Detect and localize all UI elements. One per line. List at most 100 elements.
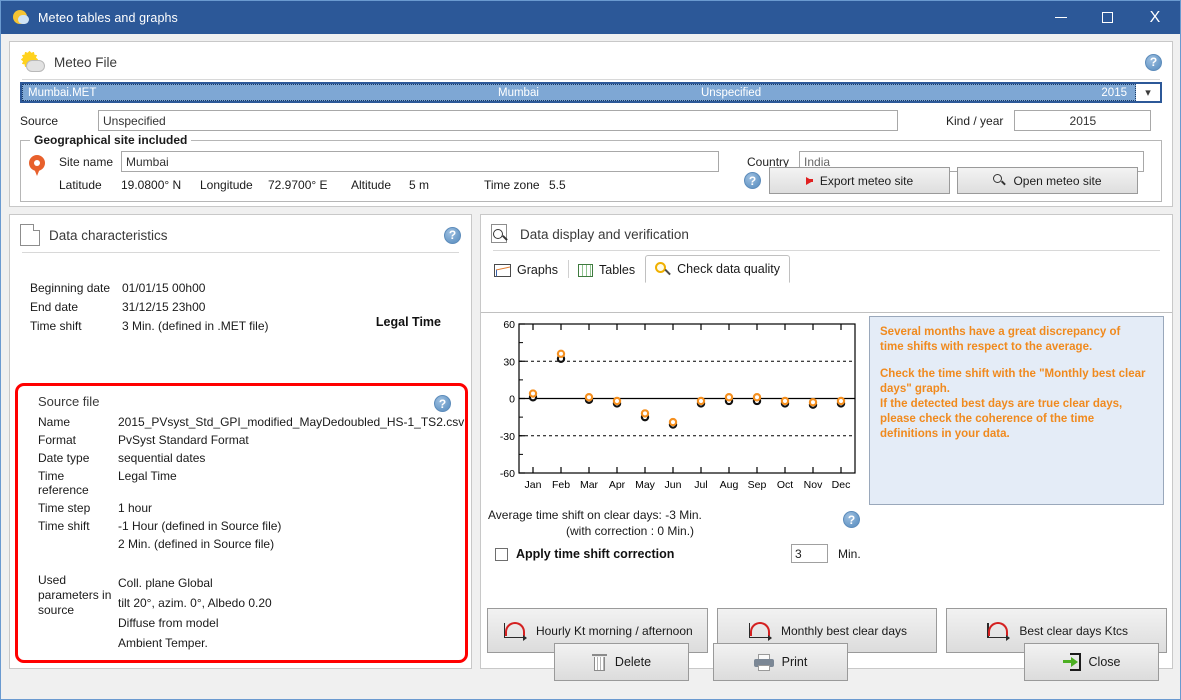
close-window-button[interactable]: X <box>1130 1 1180 34</box>
source-label: Source <box>20 113 59 128</box>
apply-time-shift-correction-checkbox[interactable] <box>495 547 508 561</box>
source-time-reference-row: Time reference Legal Time <box>38 469 465 497</box>
title-bar: Meteo tables and graphs X <box>1 1 1180 34</box>
average-time-shift-text: Average time shift on clear days: -3 Min… <box>488 507 702 539</box>
end-date-label: End date <box>30 300 79 314</box>
maximize-icon <box>1101 12 1113 23</box>
location-pin-icon <box>29 155 45 177</box>
warning-line-6: please check the coherence of the time <box>880 413 1095 425</box>
geographical-site-title: Geographical site included <box>30 133 192 147</box>
maximize-button[interactable] <box>1084 1 1130 34</box>
svg-text:Feb: Feb <box>552 479 570 491</box>
export-meteo-site-label: Export meteo site <box>819 173 914 188</box>
document-icon <box>20 224 40 246</box>
meteo-tables-and-graphs-window: Meteo tables and graphs X Meteo File ? M… <box>0 0 1181 700</box>
dialog-footer: Delete Print Close <box>1 635 1181 699</box>
window-body: Meteo File ? Mumbai.MET Mumbai Unspecifi… <box>1 34 1180 699</box>
longitude-value: 72.9700° E <box>268 178 328 192</box>
warning-line-1: Several months have a great discrepancy … <box>880 326 1121 338</box>
data-display-divider <box>493 250 1160 251</box>
combo-file-name: Mumbai.MET <box>28 86 97 99</box>
source-date-type-label: Date type <box>38 451 90 465</box>
export-meteo-site-button[interactable]: Export meteo site <box>769 167 950 194</box>
used-param-2: Diffuse from model <box>118 616 219 630</box>
beginning-date-label: Beginning date <box>30 281 111 295</box>
window-controls: X <box>1038 1 1180 34</box>
svg-text:May: May <box>635 479 656 491</box>
source-date-type-row: Date type sequential dates <box>38 451 465 465</box>
correction-minutes-input[interactable]: 3 <box>791 544 828 563</box>
geo-help-icon[interactable]: ? <box>744 172 761 189</box>
data-characteristics-panel: Data characteristics ? Legal Time Beginn… <box>9 214 472 669</box>
trash-icon <box>591 653 607 671</box>
svg-text:-30: -30 <box>500 431 515 443</box>
data-characteristics-divider <box>22 252 459 253</box>
meteo-file-panel: Meteo File ? Mumbai.MET Mumbai Unspecifi… <box>9 41 1173 207</box>
meteo-file-title: Meteo File <box>54 54 118 70</box>
beginning-date-value: 01/01/15 00h00 <box>122 281 206 295</box>
longitude-label: Longitude <box>200 178 253 192</box>
source-name-label: Name <box>38 415 71 429</box>
minimize-button[interactable] <box>1038 1 1084 34</box>
meteo-file-combobox-value: Mumbai.MET Mumbai Unspecified 2015 <box>22 84 1136 101</box>
tab-check-data-quality[interactable]: Check data quality <box>645 255 790 283</box>
export-arrow-icon <box>805 176 813 185</box>
printer-icon <box>753 653 774 671</box>
data-display-tabs: Graphs Tables Check data quality <box>485 255 1172 283</box>
print-button-label: Print <box>781 655 808 669</box>
warning-line-4: days" graph. <box>880 383 950 395</box>
altitude-label: Altitude <box>351 178 392 192</box>
source-file-rows: Name 2015_PVsyst_Std_GPI_modified_MayDed… <box>38 415 465 653</box>
source-format-row: Format PvSyst Standard Format <box>38 433 465 447</box>
source-time-reference-label: Time reference <box>38 469 89 497</box>
used-param-0: Coll. plane Global <box>118 576 213 590</box>
data-display-title: Data display and verification <box>520 226 689 242</box>
tab-content-top-border <box>481 312 1172 313</box>
svg-text:60: 60 <box>503 319 515 331</box>
latitude-label: Latitude <box>59 178 102 192</box>
combo-source: Unspecified <box>701 86 762 99</box>
warning-line-7: definitions in your data. <box>880 428 1010 440</box>
data-characteristics-help-icon[interactable]: ? <box>444 226 461 244</box>
tab-tables[interactable]: Tables <box>569 257 645 282</box>
tab-tables-label: Tables <box>599 263 636 277</box>
close-button-label: Close <box>1088 655 1121 669</box>
source-file-highlight-box: Source file ? Name 2015_PVsyst_Std_GPI_m… <box>15 383 468 663</box>
warning-line-3: Check the time shift with the "Monthly b… <box>880 368 1146 380</box>
apply-time-shift-correction-row: Apply time shift correction 3 Min. <box>495 544 1145 563</box>
combo-site: Mumbai <box>498 86 539 99</box>
search-document-icon <box>491 224 511 244</box>
svg-text:Jul: Jul <box>694 479 707 491</box>
chart-svg: -60 -30 0 30 60 Jan Feb Mar Apr May Jun Jul Aug Sep Oc… <box>500 319 856 491</box>
data-characteristics-header: Data characteristics ? <box>10 215 471 252</box>
source-format-label: Format <box>38 433 77 447</box>
svg-text:Aug: Aug <box>720 479 739 491</box>
meteo-file-header: Meteo File ? <box>10 42 1172 79</box>
source-name-row: Name 2015_PVsyst_Std_GPI_modified_MayDed… <box>38 415 465 429</box>
tab-graphs-label: Graphs <box>517 263 558 277</box>
combo-year: 2015 <box>1101 86 1127 99</box>
meteo-file-divider <box>22 79 1160 80</box>
tab-graphs[interactable]: Graphs <box>485 257 568 282</box>
meteo-file-help-icon[interactable]: ? <box>1145 53 1162 71</box>
magnifier-icon <box>993 174 1007 187</box>
timezone-value: 5.5 <box>549 178 566 192</box>
meteo-file-combobox[interactable]: Mumbai.MET Mumbai Unspecified 2015 ▾ <box>20 82 1162 103</box>
time-shift-label: Time shift <box>30 319 82 333</box>
correction-minutes-unit: Min. <box>838 547 861 561</box>
open-meteo-site-button[interactable]: Open meteo site <box>957 167 1138 194</box>
close-button[interactable]: Close <box>1024 643 1159 681</box>
delete-button[interactable]: Delete <box>554 643 689 681</box>
site-name-input[interactable]: Mumbai <box>121 151 719 172</box>
print-button[interactable]: Print <box>713 643 848 681</box>
chevron-down-icon[interactable]: ▾ <box>1136 84 1160 101</box>
end-date-row: End date 31/12/15 23h00 <box>30 300 471 314</box>
source-file-help-icon[interactable]: ? <box>434 395 451 412</box>
chart-help-icon[interactable]: ? <box>843 511 860 528</box>
window-title: Meteo tables and graphs <box>38 10 178 25</box>
kind-year-label: Kind / year <box>946 113 1004 128</box>
graphs-icon <box>494 263 511 277</box>
source-input[interactable]: Unspecified <box>98 110 898 131</box>
kind-year-input[interactable]: 2015 <box>1014 110 1152 131</box>
data-display-header: Data display and verification <box>481 215 1172 250</box>
